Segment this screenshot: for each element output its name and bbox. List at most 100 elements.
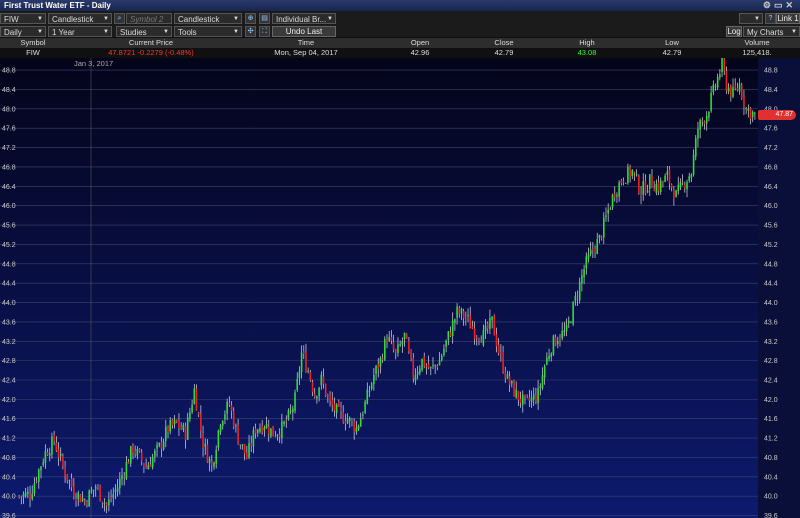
print-icon[interactable]: ▤ [259,13,270,24]
candle-up [511,380,513,384]
range-select[interactable]: 1 Year ▼ [48,26,112,37]
tick-label-left: 40.8 [2,455,16,462]
candle-up [307,370,309,373]
tick-label-right: 40.0 [764,494,778,501]
tick-label-right: 45.6 [764,223,778,230]
chart-type-value: Candlestick [52,15,94,24]
candle-down [53,434,55,442]
candle-down [342,412,345,423]
candle-up [397,344,399,354]
tick-label-right: 40.8 [764,455,778,462]
candle-up [217,430,220,448]
candle-up [655,183,658,193]
candle-up [355,427,358,432]
candle-up [543,365,546,378]
tick-label-right: 44.8 [764,261,778,268]
candle-up [88,490,90,507]
interval-select[interactable]: Daily ▼ [0,26,46,37]
candle-down [123,476,126,477]
candle-down [329,394,331,401]
candle-up [541,375,544,389]
tick-label-left: 45.2 [2,242,16,249]
candle-down [18,495,20,497]
header-close: Close [494,38,514,47]
candle-down [592,248,594,250]
menu-select[interactable]: ▼ [739,13,763,24]
candle-up [219,425,222,433]
candle-down [110,497,112,499]
candle-down [175,420,178,422]
candle-up [114,489,117,492]
candlestick-chart[interactable]: Jan 3, 2017 39.6 39.6 40.0 40.0 40.4 40.4 40.8… [0,58,800,518]
candle-up [169,420,171,432]
log-toggle[interactable]: Log [726,26,742,37]
candle-up [248,442,250,458]
candle-up [256,429,259,433]
candle-up [316,396,318,399]
last-price-label: 47.87 [758,110,796,121]
candle-up [692,154,695,175]
header-time: Time [297,38,315,47]
header-volume: Volume [744,38,770,47]
candle-down [160,442,163,449]
candle-up [359,417,362,427]
candle-up [447,331,450,340]
my-charts-select[interactable]: My Charts ▼ [743,26,800,37]
window-titlebar: First Trust Water ETF - Daily ⚙▭✕ [0,0,800,11]
candle-down [392,342,395,350]
layout-select[interactable]: Individual Br... ▼ [272,13,336,24]
candle-down [473,328,476,340]
studies-select[interactable]: Studies ▼ [116,26,172,37]
symbol2-input[interactable]: Symbol 2 [126,13,172,24]
interval-value: Daily [4,28,22,37]
date-marker-label: Jan 3, 2017 [74,59,113,68]
candle-down [465,316,467,318]
undo-last-button[interactable]: Undo Last [272,26,336,37]
search-icon[interactable]: ⌕ [114,13,125,24]
quote-value-row: FIW 47.8721 -0.2279 (-0.48%) Mon, Sep 04… [0,48,800,58]
candle-down [180,426,182,430]
candle-down [662,181,664,183]
candle-up [276,434,279,437]
candle-down [408,341,410,352]
symbol-input[interactable]: FIW ▼ [0,13,46,24]
candle-down [633,172,636,174]
fit-icon[interactable]: ⛶ [259,26,270,37]
chevron-down-icon: ▼ [233,16,239,22]
candle-up [173,419,176,424]
candle-up [578,281,581,301]
candle-down [644,181,647,194]
candle-down [46,452,49,456]
candle-down [140,452,143,461]
window-controls[interactable]: ⚙▭✕ [763,0,796,11]
header-high: High [579,38,595,47]
candle-up [581,275,583,284]
candle-up [265,423,268,429]
header-symbol: Symbol [20,38,46,47]
candle-up [320,374,323,386]
candle-up [296,378,299,391]
candle-down [526,395,528,397]
candle-up [574,295,577,302]
candle-up [335,404,338,414]
candle-down [559,339,561,340]
crosshair-icon[interactable]: ✣ [245,26,256,37]
candle-up [585,256,588,269]
link-button[interactable]: Link 1 [776,13,800,24]
candle-up [213,462,215,467]
tools-select[interactable]: Tools ▼ [174,26,242,37]
candle-up [666,171,669,175]
candle-up [583,268,585,278]
chart-type2-select[interactable]: Candlestick ▼ [174,13,242,24]
chart-type-select[interactable]: Candlestick ▼ [48,13,112,24]
chevron-down-icon: ▼ [327,16,333,22]
candle-down [127,461,130,464]
candle-up [375,365,377,375]
zoom-icon[interactable]: ⊕ [245,13,256,24]
candle-up [368,390,371,392]
candle-up [451,320,454,337]
candle-down [302,351,305,354]
candle-up [618,182,620,197]
help-icon[interactable]: ? [765,13,776,24]
candle-down [469,315,472,329]
